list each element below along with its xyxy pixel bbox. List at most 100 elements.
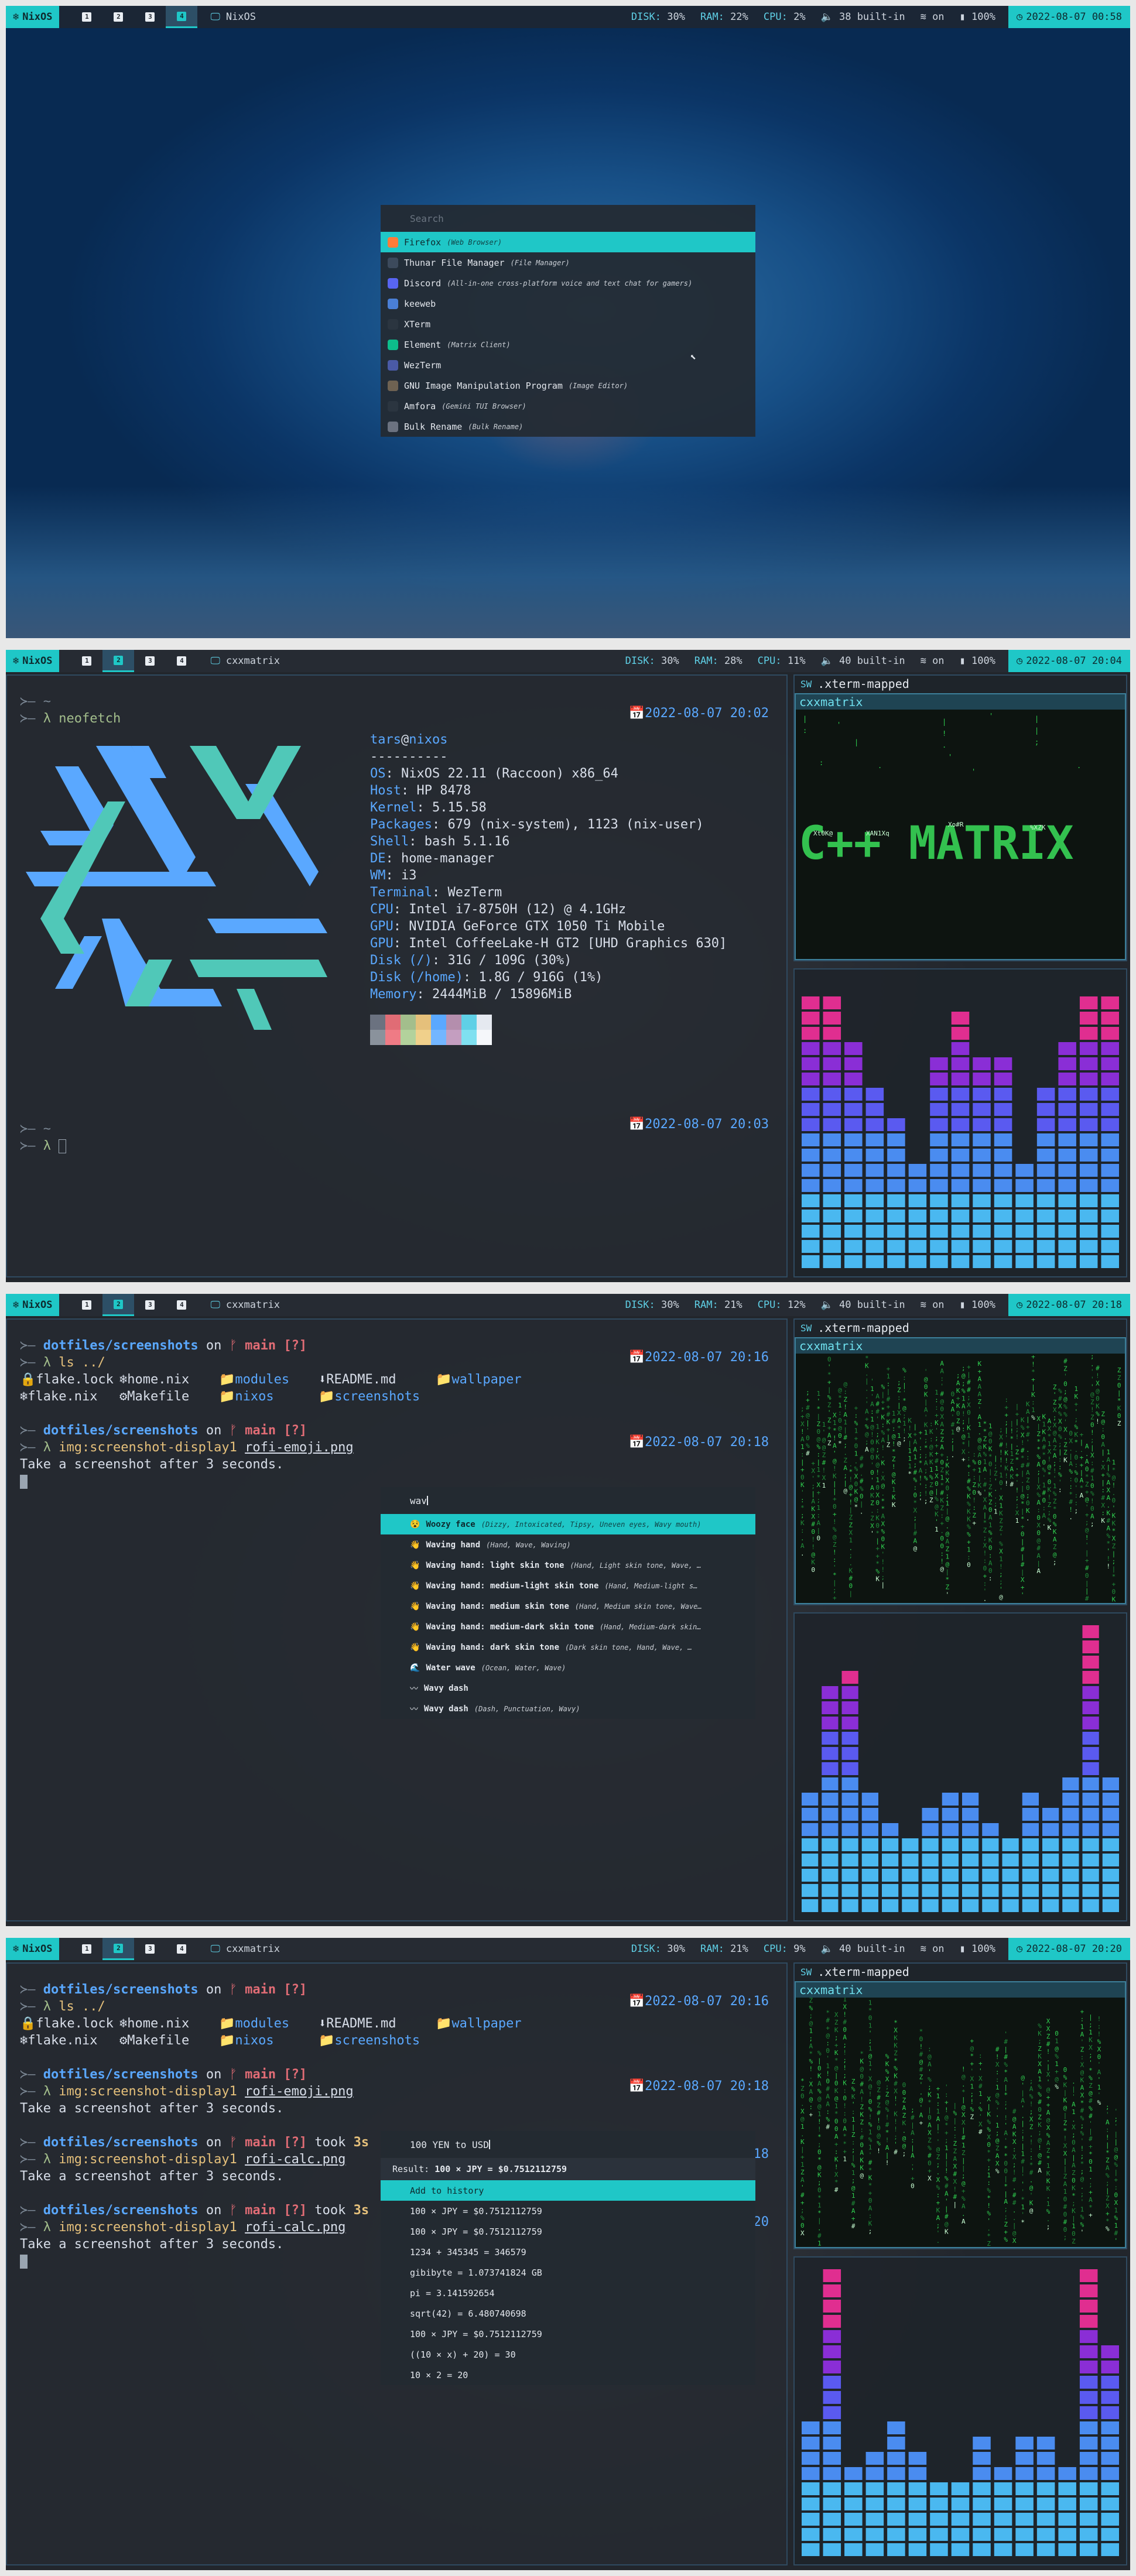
- matrix-glyph: A: [919, 1467, 923, 1474]
- emoji-item[interactable]: 👋 Waving hand: medium-dark skin tone (Hand…: [381, 1616, 755, 1637]
- calc-history-item[interactable]: 10 × 2 = 20: [381, 2365, 755, 2385]
- launcher-item[interactable]: keeweb: [381, 293, 755, 314]
- add-to-history-button[interactable]: Add to history: [381, 2180, 755, 2201]
- launcher-item[interactable]: Amfora (Gemini TUI Browser): [381, 396, 755, 416]
- launcher-item[interactable]: WezTerm: [381, 355, 755, 375]
- nixos-menu-button[interactable]: ❄ NixOS: [6, 1938, 60, 1960]
- matrix-glyph: Z: [1101, 1410, 1105, 1418]
- launcher-item[interactable]: XTerm: [381, 314, 755, 334]
- matrix-glyph: K: [834, 2087, 839, 2095]
- matrix-glyph: :: [1026, 1454, 1030, 1461]
- ls-output: 🔒flake.lock ❄home.nix 📁modules ⬇README.md 📁w…: [20, 2015, 553, 2049]
- visualizer-bar-segment: [1015, 2528, 1034, 2541]
- workspace-button-1[interactable]: 1: [71, 6, 102, 28]
- workspace-button-1[interactable]: 1: [71, 1294, 102, 1316]
- volume-module[interactable]: 🔈 40 built-in: [821, 655, 905, 667]
- launcher-item[interactable]: Element (Matrix Client): [381, 334, 755, 355]
- terminal-window[interactable]: ≻— ~ ≻— λ neofetch 📅2022-08-07 20:02 tar…: [6, 674, 788, 1277]
- workspace-button-3[interactable]: 3: [134, 1294, 166, 1316]
- nixos-menu-button[interactable]: ❄ NixOS: [6, 6, 60, 28]
- launcher-item[interactable]: Bulk Rename (Bulk Rename): [381, 416, 755, 437]
- nixos-menu-button[interactable]: ❄ NixOS: [6, 650, 60, 672]
- matrix-glyph: |: [851, 2123, 856, 2131]
- visualizer-bar-segment: [1058, 2513, 1076, 2526]
- launcher-item[interactable]: Firefox (Web Browser): [381, 232, 755, 252]
- matrix-glyph: A: [833, 1442, 837, 1450]
- workspace-button-1[interactable]: 1: [71, 650, 102, 672]
- emoji-item[interactable]: 〰 Wavy dash: [381, 1678, 755, 1698]
- calc-history-item[interactable]: 100 × JPY = $0.7512112759: [381, 2324, 755, 2344]
- visualizer-bar-segment: [1062, 1808, 1079, 1821]
- workspace-button-4[interactable]: 4: [166, 650, 197, 672]
- workspace-button-3[interactable]: 3: [134, 1938, 166, 1960]
- workspace-button-3[interactable]: 3: [134, 6, 166, 28]
- matrix-glyph: ': [940, 1382, 944, 1390]
- calc-history-item[interactable]: 100 × JPY = $0.7512112759: [381, 2201, 755, 2221]
- workspace-button-2[interactable]: 2: [102, 1938, 135, 1960]
- emoji-item[interactable]: 😵 Woozy face (Dizzy, Intoxicated, Tipsy, U…: [381, 1514, 755, 1534]
- emoji-item[interactable]: 🌊 Water wave (Ocean, Water, Wave): [381, 1657, 755, 1678]
- input-line[interactable]: ≻— λ: [20, 1138, 67, 1155]
- calc-history-item[interactable]: gibibyte = 1.073741824 GB: [381, 2262, 755, 2283]
- volume-module[interactable]: 🔈 40 built-in: [821, 1943, 905, 1955]
- nixos-menu-button[interactable]: ❄ NixOS: [6, 1294, 60, 1316]
- calc-history-item[interactable]: 1234 + 345345 = 346579: [381, 2242, 755, 2262]
- workspace-button-3[interactable]: 3: [134, 650, 166, 672]
- visualizer-bar-segment: [1101, 2452, 1119, 2465]
- workspace-button-2[interactable]: 2: [102, 6, 134, 28]
- field-value: NixOS 22.11 (Raccoon) x86_64: [401, 766, 618, 781]
- matrix-glyph: +: [1089, 2211, 1093, 2219]
- matrix-glyph: %: [1004, 2061, 1008, 2068]
- matrix-glyph: K: [956, 1387, 960, 1395]
- matrix-window[interactable]: SW .xterm-mapped cxxmatrix * Z 0. X @1. K | +1 Z A…: [793, 1962, 1127, 2249]
- calc-history-item[interactable]: pi = 3.141592654: [381, 2283, 755, 2303]
- launcher-item[interactable]: Thunar File Manager (File Manager): [381, 252, 755, 273]
- rofi-calc-input[interactable]: 100 YEN to USD: [381, 2131, 755, 2158]
- matrix-glyph: ;: [936, 2222, 940, 2229]
- workspace-button-1[interactable]: 1: [71, 1938, 102, 1960]
- emoji-item[interactable]: 👋 Waving hand: light skin tone (Hand, Ligh…: [381, 1555, 755, 1575]
- matrix-glyph: @: [924, 1375, 928, 1383]
- wifi-module[interactable]: ≋ on: [921, 1299, 945, 1311]
- file-icon: 🔒: [20, 2016, 36, 2031]
- emoji-item[interactable]: 👋 Waving hand: medium-light skin tone (Han…: [381, 1575, 755, 1596]
- calc-history-item[interactable]: ((10 × x) + 20) = 30: [381, 2344, 755, 2365]
- took-time: 3s: [353, 2135, 369, 2150]
- visualizer-bar-segment: [1015, 2543, 1034, 2556]
- matrix-window[interactable]: SW .xterm-mapped cxxmatrix ; + X! A 1: | +0 K ': *…: [793, 1318, 1127, 1605]
- workspace-button-4[interactable]: 4: [166, 1938, 197, 1960]
- matrix-window[interactable]: SW .xterm-mapped cxxmatrix |: ' | |!. ' ' | |;…: [793, 674, 1127, 961]
- launcher-item[interactable]: GNU Image Manipulation Program (Image Edi…: [381, 375, 755, 396]
- wifi-module[interactable]: ≋ on: [921, 1943, 945, 1955]
- launcher-item[interactable]: Discord (All-in-one cross-platform voice …: [381, 273, 755, 293]
- matrix-glyph: #: [1089, 2135, 1093, 2143]
- neofetch-field: Packages: 679 (nix-system), 1123 (nix-us…: [370, 817, 704, 832]
- matrix-glyph: @: [956, 1425, 960, 1433]
- visualizer-bar-segment: [882, 1869, 899, 1882]
- emoji-item[interactable]: 👋 Waving hand (Hand, Wave, Waving): [381, 1534, 755, 1555]
- emoji-item[interactable]: 〰 Wavy dash (Dash, Punctuation, Wavy): [381, 1698, 755, 1719]
- wifi-module[interactable]: ≋ on: [921, 655, 945, 667]
- wifi-module[interactable]: ≋ on: [921, 11, 945, 23]
- workspace-button-4[interactable]: 4: [166, 6, 198, 28]
- volume-module[interactable]: 🔈 38 built-in: [821, 11, 905, 23]
- rofi-search-input[interactable]: wav: [381, 1487, 755, 1514]
- ram-usage-value: 21%: [724, 1299, 742, 1311]
- status-modules: DISK: 30% RAM: 21% CPU: 12% 🔈 40 built-in ≋ …: [625, 1299, 1008, 1311]
- workspace-button-2[interactable]: 2: [102, 650, 135, 672]
- matrix-glyph: +: [1021, 1523, 1025, 1530]
- matrix-glyph: ;: [911, 2106, 915, 2114]
- matrix-glyph: .: [1072, 2116, 1076, 2123]
- git-branch: main: [245, 1982, 276, 1997]
- calc-history-item[interactable]: sqrt(42) = 6.480740698: [381, 2303, 755, 2324]
- visualizer-bar-segment: [1079, 1088, 1098, 1101]
- volume-module[interactable]: 🔈 40 built-in: [821, 1299, 905, 1311]
- workspace-button-4[interactable]: 4: [166, 1294, 197, 1316]
- emoji-item[interactable]: 👋 Waving hand: medium skin tone (Hand, Med…: [381, 1596, 755, 1616]
- matrix-glyph: *: [834, 2057, 839, 2064]
- rofi-search-input[interactable]: Search: [381, 205, 755, 232]
- visualizer-bar-segment: [1101, 1149, 1119, 1162]
- calc-history-item[interactable]: 100 × JPY = $0.7512112759: [381, 2221, 755, 2242]
- emoji-item[interactable]: 👋 Waving hand: dark skin tone (Dark skin t…: [381, 1637, 755, 1657]
- workspace-button-2[interactable]: 2: [102, 1294, 135, 1316]
